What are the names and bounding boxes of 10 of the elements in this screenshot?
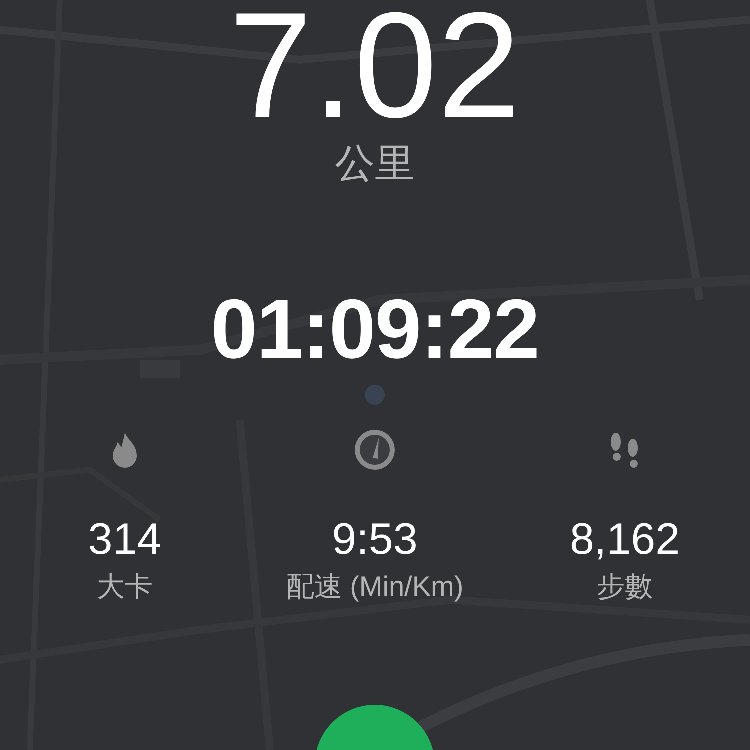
speedometer-icon <box>353 428 397 472</box>
distance-value: 7.02 <box>229 0 521 130</box>
stat-value: 8,162 <box>570 516 680 564</box>
stat-label: 步數 <box>597 570 653 604</box>
stat-value: 314 <box>88 516 162 564</box>
distance-unit: 公里 <box>335 141 415 188</box>
stat-value: 9:53 <box>332 516 418 564</box>
duration-value: 01:09:22 <box>210 281 540 378</box>
stat-label: 配速 (Min/Km) <box>286 570 464 604</box>
stat-label: 大卡 <box>97 570 153 604</box>
